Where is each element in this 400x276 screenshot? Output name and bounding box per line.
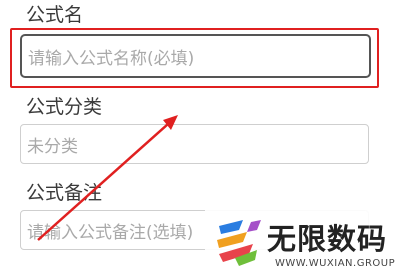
formula-name-placeholder: 请输入公式名称(必填) (28, 48, 195, 69)
brand-logo-icon (217, 220, 261, 266)
brand-url: WWW.WUXIAN.GROUP (275, 258, 396, 269)
formula-note-label: 公式备注 (26, 182, 103, 204)
brand-name: 无限数码 (267, 222, 388, 256)
formula-category-select[interactable]: 未分类 (20, 124, 369, 164)
formula-category-label: 公式分类 (26, 96, 103, 118)
watermark: 无限数码 WWW.WUXIAN.GROUP (205, 206, 400, 276)
formula-name-input[interactable]: 请输入公式名称(必填) (20, 34, 371, 78)
formula-category-placeholder: 未分类 (27, 136, 78, 157)
formula-note-placeholder: 请输入公式备注(选填) (27, 222, 194, 243)
formula-name-label: 公式名 (26, 4, 84, 26)
